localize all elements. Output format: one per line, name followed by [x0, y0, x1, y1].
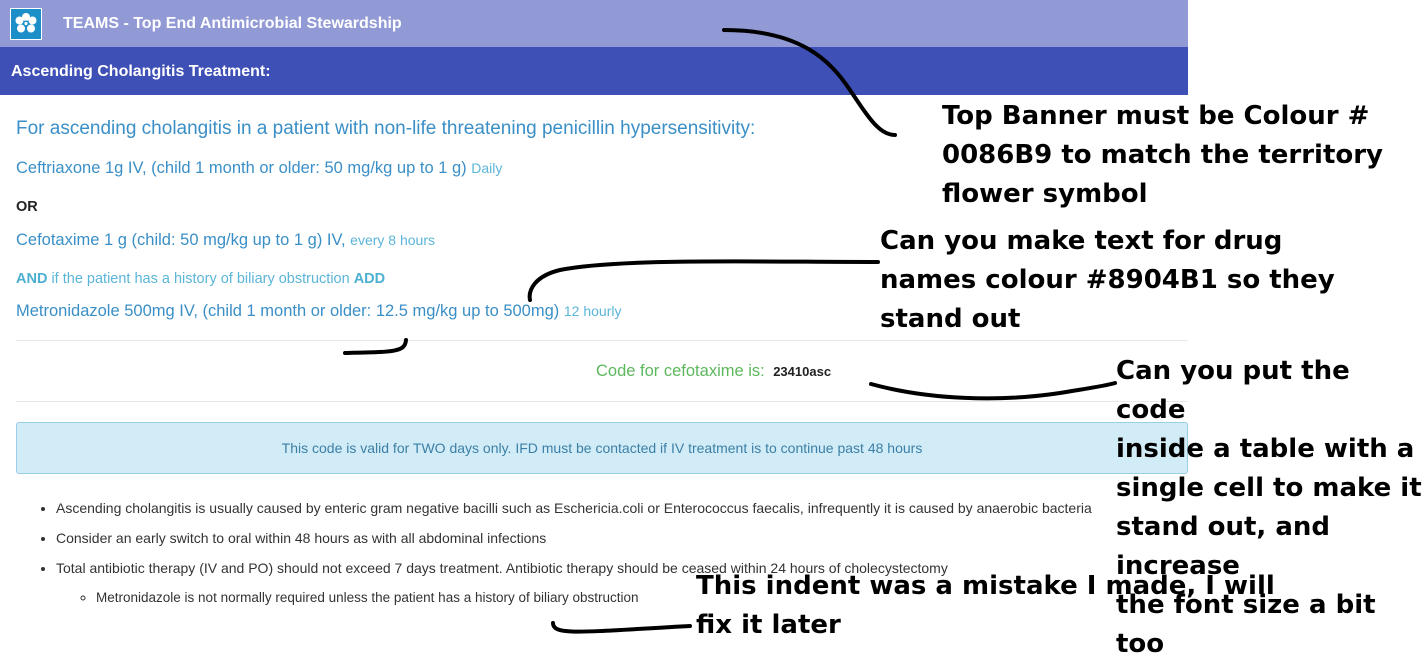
annotation-line: Can you make text for drug: [880, 226, 1283, 256]
annotation-line: fix it later: [696, 610, 841, 640]
annotation-stroke: [527, 259, 880, 302]
annotation-drug-colour: Can you make text for drug names colour …: [880, 222, 1335, 339]
annotation-line: single cell to make it: [1116, 473, 1422, 503]
annotation-line: stand out: [880, 304, 1021, 334]
annotation-stroke: [722, 28, 897, 137]
annotation-stroke: [869, 381, 1117, 401]
annotation-line: flower symbol: [942, 179, 1148, 209]
annotation-line: 0086B9 to match the territory: [942, 140, 1384, 170]
annotation-banner-colour: Top Banner must be Colour # 0086B9 to ma…: [942, 97, 1383, 214]
annotation-line: inside a table with a: [1116, 434, 1415, 464]
annotation-line: Can you put the code: [1116, 356, 1350, 425]
annotation-indent: This indent was a mistake I made, I will…: [696, 567, 1275, 645]
annotation-line: Top Banner must be Colour #: [942, 101, 1370, 131]
annotation-stroke: [551, 621, 692, 634]
annotation-stroke: [343, 338, 408, 355]
annotation-line: names colour #8904B1 so they: [880, 265, 1335, 295]
annotation-line: This indent was a mistake I made, I will: [696, 571, 1275, 601]
